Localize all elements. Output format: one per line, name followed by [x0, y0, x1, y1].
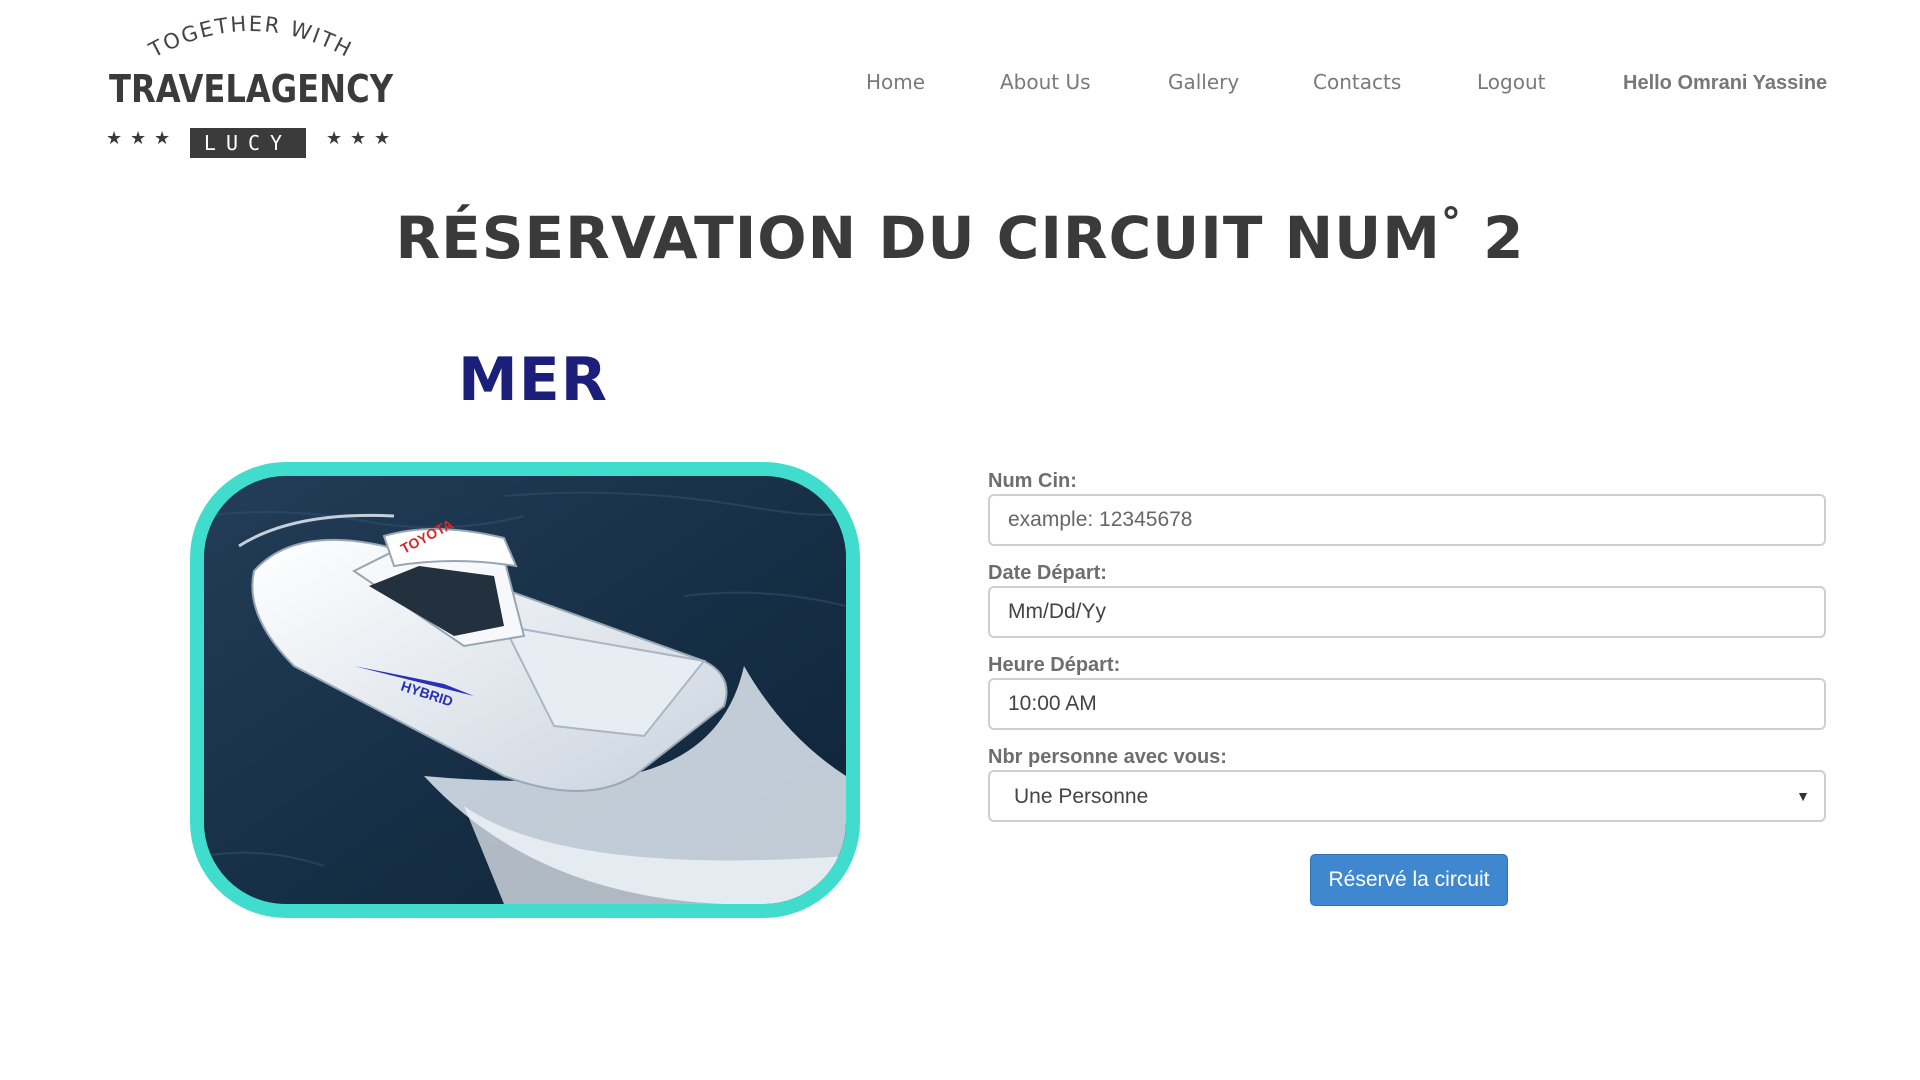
nav-about-link[interactable]: About Us	[1000, 70, 1091, 94]
user-greeting[interactable]: Hello Omrani Yassine	[1623, 72, 1827, 95]
logo-stars-left: ★ ★ ★	[106, 128, 170, 149]
people-field-wrapper: Une Personne ▼	[988, 770, 1826, 822]
date-field-wrapper	[988, 586, 1826, 638]
reserve-button[interactable]: Réservé la circuit	[1310, 854, 1508, 906]
page-title-degree: °	[1440, 200, 1462, 246]
page-title: RÉSERVATION DU CIRCUIT NUM° 2	[0, 200, 1920, 272]
cin-field-wrapper	[988, 494, 1826, 546]
cin-input[interactable]	[990, 496, 1824, 544]
svg-text:★: ★	[130, 128, 146, 149]
page-title-text: RÉSERVATION DU CIRCUIT NUM	[395, 204, 1441, 272]
time-field-wrapper	[988, 678, 1826, 730]
people-select[interactable]: Une Personne	[990, 772, 1824, 820]
nav-home-link[interactable]: Home	[866, 70, 925, 94]
circuit-photo: HYBRID TOYOTA	[190, 462, 860, 918]
cin-label: Num Cin:	[988, 470, 1077, 492]
nav-gallery-link[interactable]: Gallery	[1168, 70, 1239, 94]
logo-top-text: TOGETHER WITH	[144, 12, 356, 63]
nav-contacts-link[interactable]: Contacts	[1313, 70, 1401, 94]
time-input[interactable]	[990, 680, 1824, 728]
time-label: Heure Départ:	[988, 654, 1121, 676]
svg-text:★: ★	[374, 128, 390, 149]
logo-stars-right: ★ ★ ★	[326, 128, 390, 149]
logo-badge-text: LUCY	[204, 131, 292, 155]
circuit-name: MER	[458, 345, 608, 415]
svg-text:★: ★	[154, 128, 170, 149]
nav-logout-link[interactable]: Logout	[1477, 70, 1545, 94]
svg-text:★: ★	[326, 128, 342, 149]
main-nav: Home About Us Gallery Contacts Logout He…	[0, 70, 1920, 100]
date-input[interactable]	[990, 588, 1824, 636]
date-label: Date Départ:	[988, 562, 1107, 584]
reservation-form: Num Cin: Date Départ: Heure Départ: Nbr …	[988, 468, 1826, 906]
people-label: Nbr personne avec vous:	[988, 746, 1227, 768]
boat-image: HYBRID TOYOTA	[204, 476, 846, 904]
circuit-number: 2	[1483, 204, 1525, 272]
svg-text:★: ★	[106, 128, 122, 149]
svg-text:★: ★	[350, 128, 366, 149]
